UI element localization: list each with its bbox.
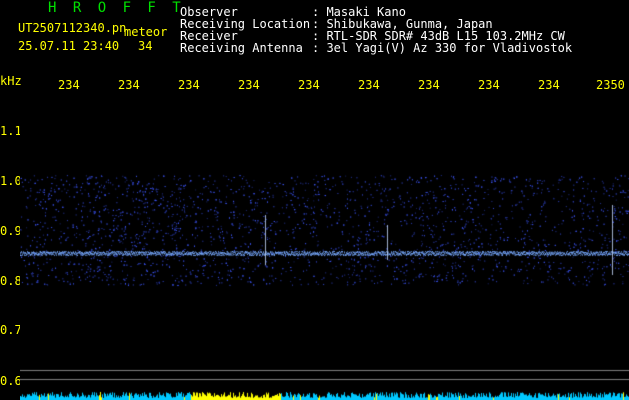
y-tick-label: 0.8 (0, 274, 22, 288)
y-tick-label: 1.1 (0, 124, 22, 138)
x-tick-label: 234 (298, 78, 320, 92)
x-tick-label: 234 (478, 78, 500, 92)
y-tick-label: 1.0 (0, 174, 22, 188)
mode-label: meteor (124, 25, 168, 39)
x-tick-label: 234 (538, 78, 560, 92)
y-tick-label: 0.6 (0, 374, 22, 388)
app-title: H R O F F T (48, 0, 185, 16)
y-tick-label: 0.7 (0, 323, 22, 337)
x-tick-label: 234 (58, 78, 80, 92)
meta-label-antenna: Receiving Antenna (180, 41, 303, 55)
y-tick-label: 0.9 (0, 224, 22, 238)
header-panel: H R O F F T UT2507112340.pn meteor 25.07… (0, 0, 629, 70)
y-axis-unit: kHz (0, 74, 22, 88)
meta-value-antenna: : 3el Yagi(V) Az 330 for Vladivostok (312, 41, 573, 55)
x-tick-label: 234 (238, 78, 260, 92)
x-tick-label: 234 (118, 78, 140, 92)
x-tick-label: 234 (358, 78, 380, 92)
minute-label: 34 (138, 39, 153, 53)
x-tick-label: 234 (418, 78, 440, 92)
datetime-label: 25.07.11 23:40 (18, 39, 120, 53)
x-tick-label: 234 (178, 78, 200, 92)
file-name: UT2507112340.pn (18, 21, 127, 35)
spectrogram-display (20, 95, 629, 400)
x-tick-label: 2350 (596, 78, 625, 92)
